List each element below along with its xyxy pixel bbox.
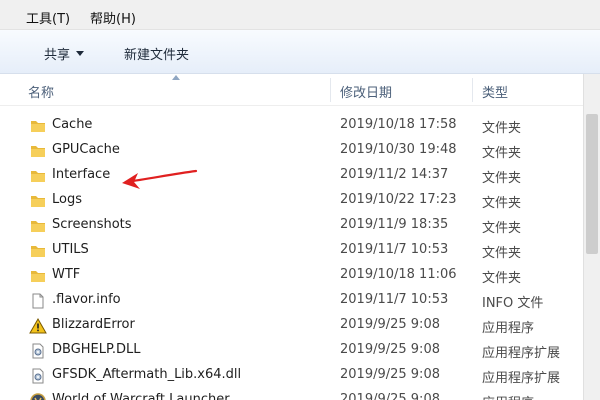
file-name: DBGHELP.DLL [52,342,141,357]
file-name: BlizzardError [52,317,135,332]
folder-icon [31,271,45,282]
list-item[interactable]: Screenshots 2019/11/9 18:35 文件夹 [0,214,600,239]
file-type: 文件夹 [482,196,522,211]
list-item[interactable]: UTILS 2019/11/7 10:53 文件夹 [0,239,600,264]
file-type: 文件夹 [482,246,522,261]
file-name: Interface [52,167,111,182]
folder-icon [31,146,45,157]
file-icon [32,293,44,309]
share-button-label: 共享 [44,47,71,63]
file-date: 2019/10/18 11:06 [340,267,457,282]
list-item[interactable]: BlizzardError 2019/9/25 9:08 应用程序 [0,314,600,339]
list-item[interactable]: GFSDK_Aftermath_Lib.x64.dll 2019/9/25 9:… [0,364,600,389]
file-date: 2019/9/25 9:08 [340,392,440,400]
file-type: 应用程序扩展 [482,371,561,386]
file-type: 文件夹 [482,146,522,161]
file-type: 文件夹 [482,121,522,136]
column-divider[interactable] [330,78,331,102]
list-item[interactable]: Logs 2019/10/22 17:23 文件夹 [0,189,600,214]
dll-icon [32,343,44,359]
file-name: Cache [52,117,93,132]
file-type: INFO 文件 [482,296,544,311]
file-name: .flavor.info [52,292,121,307]
file-name: WTF [52,267,81,282]
file-date: 2019/10/22 17:23 [340,192,457,207]
menu-tools[interactable]: 工具(T) [26,8,70,27]
file-name: GFSDK_Aftermath_Lib.x64.dll [52,367,242,382]
folder-icon [31,196,45,207]
list-item[interactable]: Interface 2019/11/2 14:37 文件夹 [0,164,600,189]
file-date: 2019/9/25 9:08 [340,367,440,382]
file-type: 文件夹 [482,171,522,186]
file-name: Logs [52,192,82,207]
folder-icon [31,121,45,132]
new-folder-button[interactable]: 新建文件夹 [124,42,189,64]
toolbar: 共享 新建文件夹 [0,30,600,74]
chevron-down-icon [76,50,85,56]
file-type: 文件夹 [482,221,522,236]
file-name: Screenshots [52,217,132,232]
column-divider[interactable] [472,78,473,102]
warning-icon [29,317,47,334]
share-button[interactable]: 共享 [44,42,85,64]
file-date: 2019/11/7 10:53 [340,292,449,307]
new-folder-button-label: 新建文件夹 [124,47,190,63]
list-item[interactable]: GPUCache 2019/10/30 19:48 文件夹 [0,139,600,164]
dll-icon [32,368,44,384]
file-name: World of Warcraft Launcher [52,392,230,400]
column-type[interactable]: 类型 [482,82,508,101]
file-date: 2019/11/9 18:35 [340,217,449,232]
annotation-arrow-icon [122,169,198,189]
sort-ascending-icon [172,75,180,80]
column-name[interactable]: 名称 [28,82,54,101]
column-date[interactable]: 修改日期 [340,82,392,101]
scrollbar-thumb[interactable] [586,114,598,254]
file-type: 应用程序 [482,321,535,336]
file-date: 2019/9/25 9:08 [340,317,440,332]
file-name: UTILS [52,242,89,257]
list-item[interactable]: .flavor.info 2019/11/7 10:53 INFO 文件 [0,289,600,314]
file-name: GPUCache [52,142,120,157]
file-date: 2019/10/30 19:48 [340,142,457,157]
file-type: 应用程序 [482,392,534,400]
file-type: 文件夹 [482,271,522,286]
folder-icon [31,221,45,232]
list-item[interactable]: WTF 2019/10/18 11:06 文件夹 [0,264,600,289]
folder-icon [31,171,45,182]
file-date: 2019/9/25 9:08 [340,342,440,357]
menu-bar: 工具(T) 帮助(H) [0,0,600,30]
column-header: 名称 修改日期 类型 [0,74,600,106]
file-date: 2019/11/2 14:37 [340,167,449,182]
list-item[interactable]: Cache 2019/10/18 17:58 文件夹 [0,114,600,139]
game-icon [30,393,46,400]
vertical-scrollbar[interactable] [583,74,600,400]
list-item[interactable]: World of Warcraft Launcher 2019/9/25 9:0… [0,389,600,400]
menu-help[interactable]: 帮助(H) [90,8,136,27]
file-date: 2019/10/18 17:58 [340,117,457,132]
file-date: 2019/11/7 10:53 [340,242,449,257]
file-list: Cache 2019/10/18 17:58 文件夹 GPUCache 2019… [0,114,600,400]
file-type: 应用程序扩展 [482,346,561,361]
folder-icon [31,246,45,257]
list-item[interactable]: DBGHELP.DLL 2019/9/25 9:08 应用程序扩展 [0,339,600,364]
